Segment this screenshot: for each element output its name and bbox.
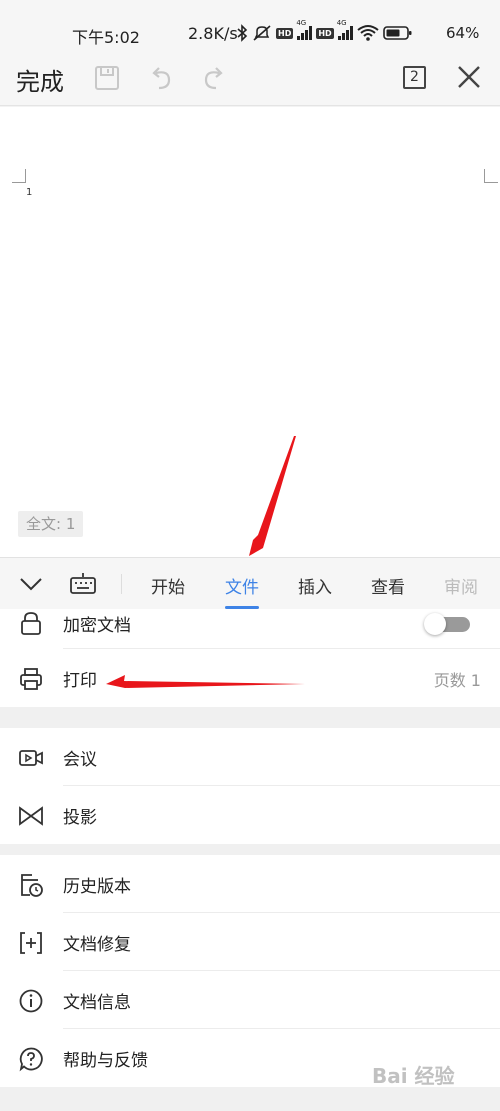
menu-item-encrypt[interactable]: 加密文档 [0, 609, 500, 649]
margin-corner-mark [484, 169, 498, 183]
save-icon[interactable] [93, 64, 121, 92]
tab-file[interactable]: 文件 [225, 573, 259, 598]
info-icon [19, 989, 43, 1013]
network-speed: 2.8K/s [188, 24, 238, 43]
menu-item-label: 加密文档 [63, 616, 131, 636]
done-button[interactable]: 完成 [16, 62, 64, 97]
lock-icon [21, 612, 41, 635]
menu-item-label: 帮助与反馈 [63, 1051, 148, 1071]
menu-item-repair[interactable]: 文档修复 [0, 913, 500, 971]
tab-bar: 开始 文件 插入 查看 审阅 [0, 557, 500, 609]
section-divider [0, 707, 500, 728]
close-icon[interactable] [455, 63, 483, 91]
chevron-down-icon[interactable] [18, 572, 44, 596]
section-divider [0, 844, 500, 855]
keyboard-icon[interactable] [68, 572, 98, 596]
menu-item-label: 文档信息 [63, 993, 131, 1013]
tab-insert[interactable]: 插入 [298, 573, 332, 598]
menu-item-history[interactable]: 历史版本 [0, 855, 500, 913]
wifi-icon [357, 25, 379, 41]
word-count-badge: 全文: 1 [18, 511, 84, 537]
battery-icon [382, 26, 412, 40]
print-page-count: 页数 1 [433, 671, 481, 690]
menu-item-label: 历史版本 [63, 877, 131, 897]
tab-review[interactable]: 审阅 [444, 573, 478, 598]
signal-4g-icon: 4G [296, 19, 313, 40]
redo-icon[interactable] [200, 64, 228, 92]
menu-item-projection[interactable]: 投影 [0, 786, 500, 844]
printer-icon [20, 668, 42, 690]
mute-icon [253, 25, 271, 41]
status-icons: HD 4G HD 4G [236, 19, 413, 44]
hd-badge-icon: HD [276, 27, 294, 39]
menu-item-label: 文档修复 [63, 935, 131, 955]
menu-item-label: 打印 [63, 671, 97, 691]
document-canvas[interactable]: 1 全文: 1 [0, 107, 500, 557]
encrypt-toggle[interactable] [424, 613, 472, 635]
status-bar: 下午5:02 2.8K/s HD 4G HD 4G 64% [0, 0, 500, 50]
history-version-icon [21, 874, 43, 897]
tab-separator [121, 574, 122, 594]
margin-corner-mark [12, 169, 26, 183]
projection-icon [19, 806, 43, 826]
menu-item-meeting[interactable]: 会议 [0, 728, 500, 786]
battery-percent: 64% [446, 24, 480, 42]
status-time: 下午5:02 [72, 28, 140, 47]
menu-item-print[interactable]: 打印 页数 1 [0, 649, 500, 707]
help-feedback-icon [19, 1047, 43, 1072]
page-count-button[interactable]: 2 [403, 66, 426, 89]
baidu-watermark-logo: Bai 经验 [372, 1064, 455, 1088]
undo-icon[interactable] [147, 64, 175, 92]
line-number: 1 [26, 187, 33, 198]
editor-toolbar: 完成 2 [0, 50, 500, 106]
signal-4g-icon: 4G [337, 19, 353, 40]
video-meeting-icon [19, 750, 43, 766]
tab-start[interactable]: 开始 [151, 573, 185, 598]
bottom-spacer [0, 1087, 500, 1111]
menu-item-info[interactable]: 文档信息 [0, 971, 500, 1029]
document-repair-icon [20, 932, 42, 954]
bluetooth-icon [237, 24, 248, 42]
tab-view[interactable]: 查看 [371, 573, 405, 598]
hd-badge-icon: HD [316, 27, 334, 39]
menu-item-label: 投影 [63, 808, 97, 828]
menu-item-label: 会议 [63, 750, 97, 770]
